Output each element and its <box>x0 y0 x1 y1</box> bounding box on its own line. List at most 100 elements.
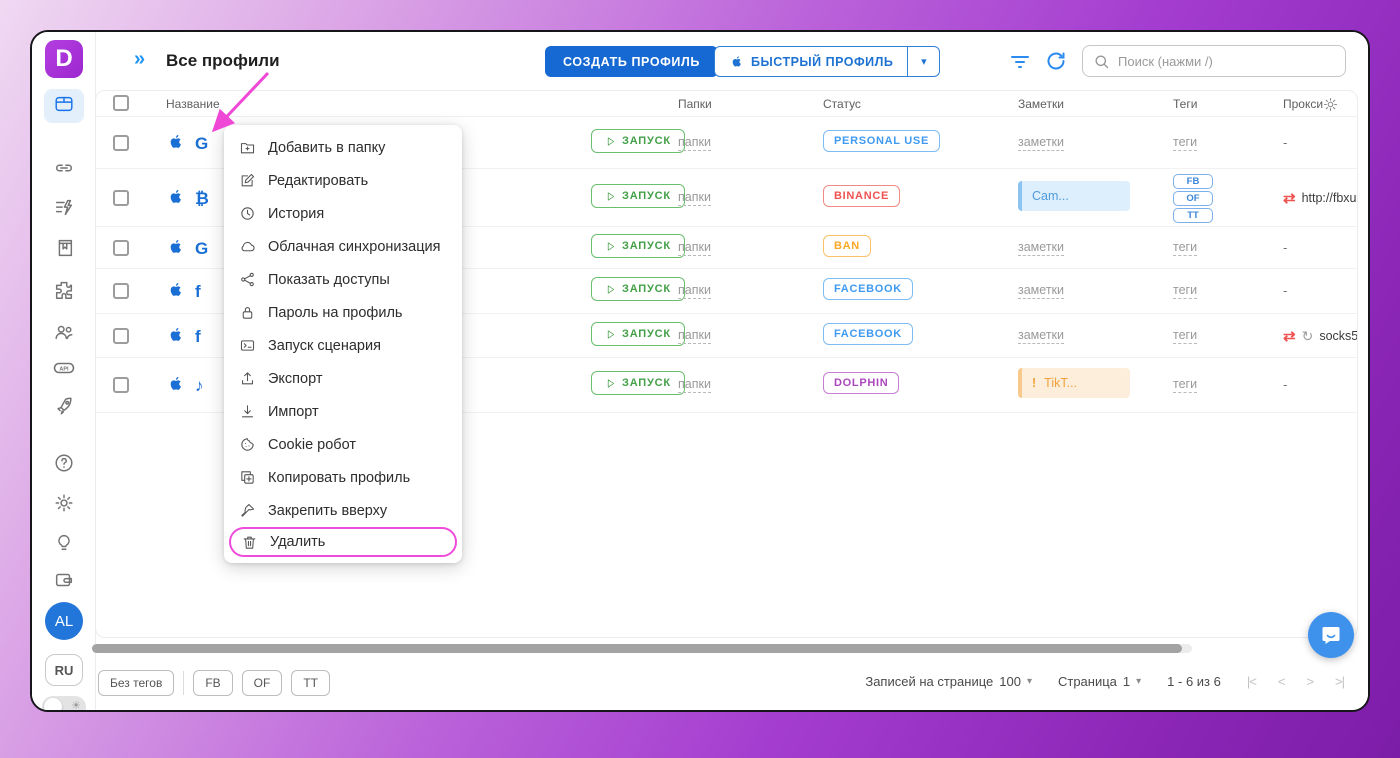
tag-filter[interactable]: FB <box>193 670 232 696</box>
last-page-button[interactable]: >| <box>1335 674 1344 689</box>
menu-item-delete[interactable]: Удалить <box>229 527 457 557</box>
menu-item-cookie-robot[interactable]: Cookie робот <box>224 428 462 461</box>
launch-button[interactable]: ЗАПУСК <box>591 234 685 258</box>
first-page-button[interactable]: |< <box>1247 674 1256 689</box>
status-badge[interactable]: FACEBOOK <box>823 323 913 345</box>
quick-profile-button[interactable]: БЫСТРЫЙ ПРОФИЛЬ <box>715 47 907 76</box>
quick-profile-dropdown[interactable]: ▾ <box>907 47 939 76</box>
menu-item-add-to-folder[interactable]: Добавить в папку <box>224 131 462 164</box>
prev-page-button[interactable]: < <box>1278 674 1285 689</box>
notes-placeholder[interactable]: заметки <box>1018 240 1064 256</box>
tag-filter-no-tags[interactable]: Без тегов <box>98 670 174 696</box>
column-header-name[interactable]: Название <box>166 97 220 111</box>
notes-placeholder[interactable]: заметки <box>1018 283 1064 299</box>
row-checkbox[interactable] <box>113 190 129 206</box>
folders-placeholder[interactable]: папки <box>678 190 711 206</box>
launch-button[interactable]: ЗАПУСК <box>591 277 685 301</box>
menu-item-show-access[interactable]: Показать доступы <box>224 263 462 296</box>
sidebar-item-proxy[interactable] <box>44 153 84 187</box>
launch-button[interactable]: ЗАПУСК <box>591 371 685 395</box>
menu-item-cloud-sync[interactable]: Облачная синхронизация <box>224 230 462 263</box>
launch-button[interactable]: ЗАПУСК <box>591 322 685 346</box>
apple-icon <box>166 237 185 259</box>
column-header-folders[interactable]: Папки <box>678 97 712 111</box>
menu-item-profile-password[interactable]: Пароль на профиль <box>224 296 462 329</box>
sidebar-item-team[interactable] <box>44 317 84 351</box>
folders-placeholder[interactable]: папки <box>678 377 711 393</box>
collapse-sidebar-icon[interactable]: » <box>134 48 143 71</box>
row-checkbox[interactable] <box>113 283 129 299</box>
folders-placeholder[interactable]: папки <box>678 135 711 151</box>
search-input[interactable] <box>1118 54 1335 69</box>
theme-toggle[interactable]: ☀ <box>42 696 86 712</box>
create-profile-button[interactable]: СОЗДАТЬ ПРОФИЛЬ <box>545 46 718 77</box>
chat-widget-button[interactable] <box>1308 612 1354 658</box>
menu-item-pin-top[interactable]: Закрепить вверху <box>224 494 462 527</box>
tags-placeholder[interactable]: теги <box>1173 328 1197 344</box>
page-select[interactable]: Страница 1 ▾ <box>1058 674 1141 689</box>
row-checkbox[interactable] <box>113 135 129 151</box>
menu-item-history[interactable]: История <box>224 197 462 230</box>
tag-filter[interactable]: TT <box>291 670 330 696</box>
notes-placeholder[interactable]: заметки <box>1018 328 1064 344</box>
menu-item-export[interactable]: Экспорт <box>224 362 462 395</box>
filter-icon[interactable] <box>1008 49 1032 73</box>
status-badge[interactable]: BINANCE <box>823 185 900 207</box>
note-cell[interactable]: Cam... <box>1018 181 1130 211</box>
tags-placeholder[interactable]: теги <box>1173 283 1197 299</box>
tag-chip[interactable]: OF <box>1173 191 1213 206</box>
user-avatar[interactable]: AL <box>45 602 83 640</box>
next-page-button[interactable]: > <box>1306 674 1313 689</box>
status-badge[interactable]: DOLPHIN <box>823 372 899 394</box>
sidebar-item-automation[interactable] <box>44 193 84 227</box>
per-page-select[interactable]: Записей на странице 100 ▾ <box>865 674 1032 689</box>
sidebar-item-pages[interactable] <box>44 233 84 267</box>
launch-button[interactable]: ЗАПУСК <box>591 184 685 208</box>
sidebar-item-wallet[interactable] <box>44 565 84 599</box>
column-header-proxy[interactable]: Прокси <box>1283 97 1323 111</box>
row-checkbox[interactable] <box>113 377 129 393</box>
menu-item-copy-profile[interactable]: Копировать профиль <box>224 461 462 494</box>
tag-filter[interactable]: OF <box>242 670 283 696</box>
notes-placeholder[interactable]: заметки <box>1018 135 1064 151</box>
tags-placeholder[interactable]: теги <box>1173 135 1197 151</box>
status-badge[interactable]: PERSONAL USE <box>823 130 940 152</box>
column-header-status[interactable]: Статус <box>823 97 861 111</box>
column-header-tags[interactable]: Теги <box>1173 97 1197 111</box>
tags-placeholder[interactable]: теги <box>1173 377 1197 393</box>
language-button[interactable]: RU <box>45 654 83 686</box>
sidebar-item-ideas[interactable] <box>44 528 84 562</box>
menu-item-edit[interactable]: Редактировать <box>224 164 462 197</box>
status-badge[interactable]: FACEBOOK <box>823 278 913 300</box>
per-page-label: Записей на странице <box>865 674 993 689</box>
quick-profile-split-button: БЫСТРЫЙ ПРОФИЛЬ ▾ <box>714 46 940 77</box>
table-settings-gear-icon[interactable] <box>1322 96 1339 118</box>
tags-placeholder[interactable]: теги <box>1173 240 1197 256</box>
menu-item-run-script[interactable]: Запуск сценария <box>224 329 462 362</box>
table-header: Название Папки Статус Заметки Теги Прокс… <box>96 91 1357 117</box>
status-badge[interactable]: BAN <box>823 235 871 257</box>
sidebar-item-extensions[interactable] <box>44 275 84 309</box>
sidebar-item-api[interactable]: API <box>44 353 84 387</box>
horizontal-scrollbar[interactable] <box>92 644 1192 653</box>
automation-icon <box>53 197 75 224</box>
launch-button[interactable]: ЗАПУСК <box>591 129 685 153</box>
column-header-notes[interactable]: Заметки <box>1018 97 1064 111</box>
folders-placeholder[interactable]: папки <box>678 283 711 299</box>
tag-chip[interactable]: FB <box>1173 174 1213 189</box>
sidebar-item-help[interactable] <box>44 448 84 482</box>
sidebar-item-profiles[interactable] <box>44 89 84 123</box>
dolphin-logo[interactable]: D <box>45 40 83 78</box>
select-all-checkbox[interactable] <box>113 95 129 111</box>
row-checkbox[interactable] <box>113 328 129 344</box>
refresh-icon[interactable] <box>1044 49 1068 73</box>
sidebar-item-settings[interactable] <box>44 488 84 522</box>
folders-placeholder[interactable]: папки <box>678 240 711 256</box>
tag-chip[interactable]: TT <box>1173 208 1213 223</box>
scrollbar-thumb[interactable] <box>92 644 1182 653</box>
sidebar-item-rocket[interactable] <box>44 391 84 425</box>
menu-item-import[interactable]: Импорт <box>224 395 462 428</box>
folders-placeholder[interactable]: папки <box>678 328 711 344</box>
note-cell[interactable]: !TikT... <box>1018 368 1130 398</box>
row-checkbox[interactable] <box>113 240 129 256</box>
